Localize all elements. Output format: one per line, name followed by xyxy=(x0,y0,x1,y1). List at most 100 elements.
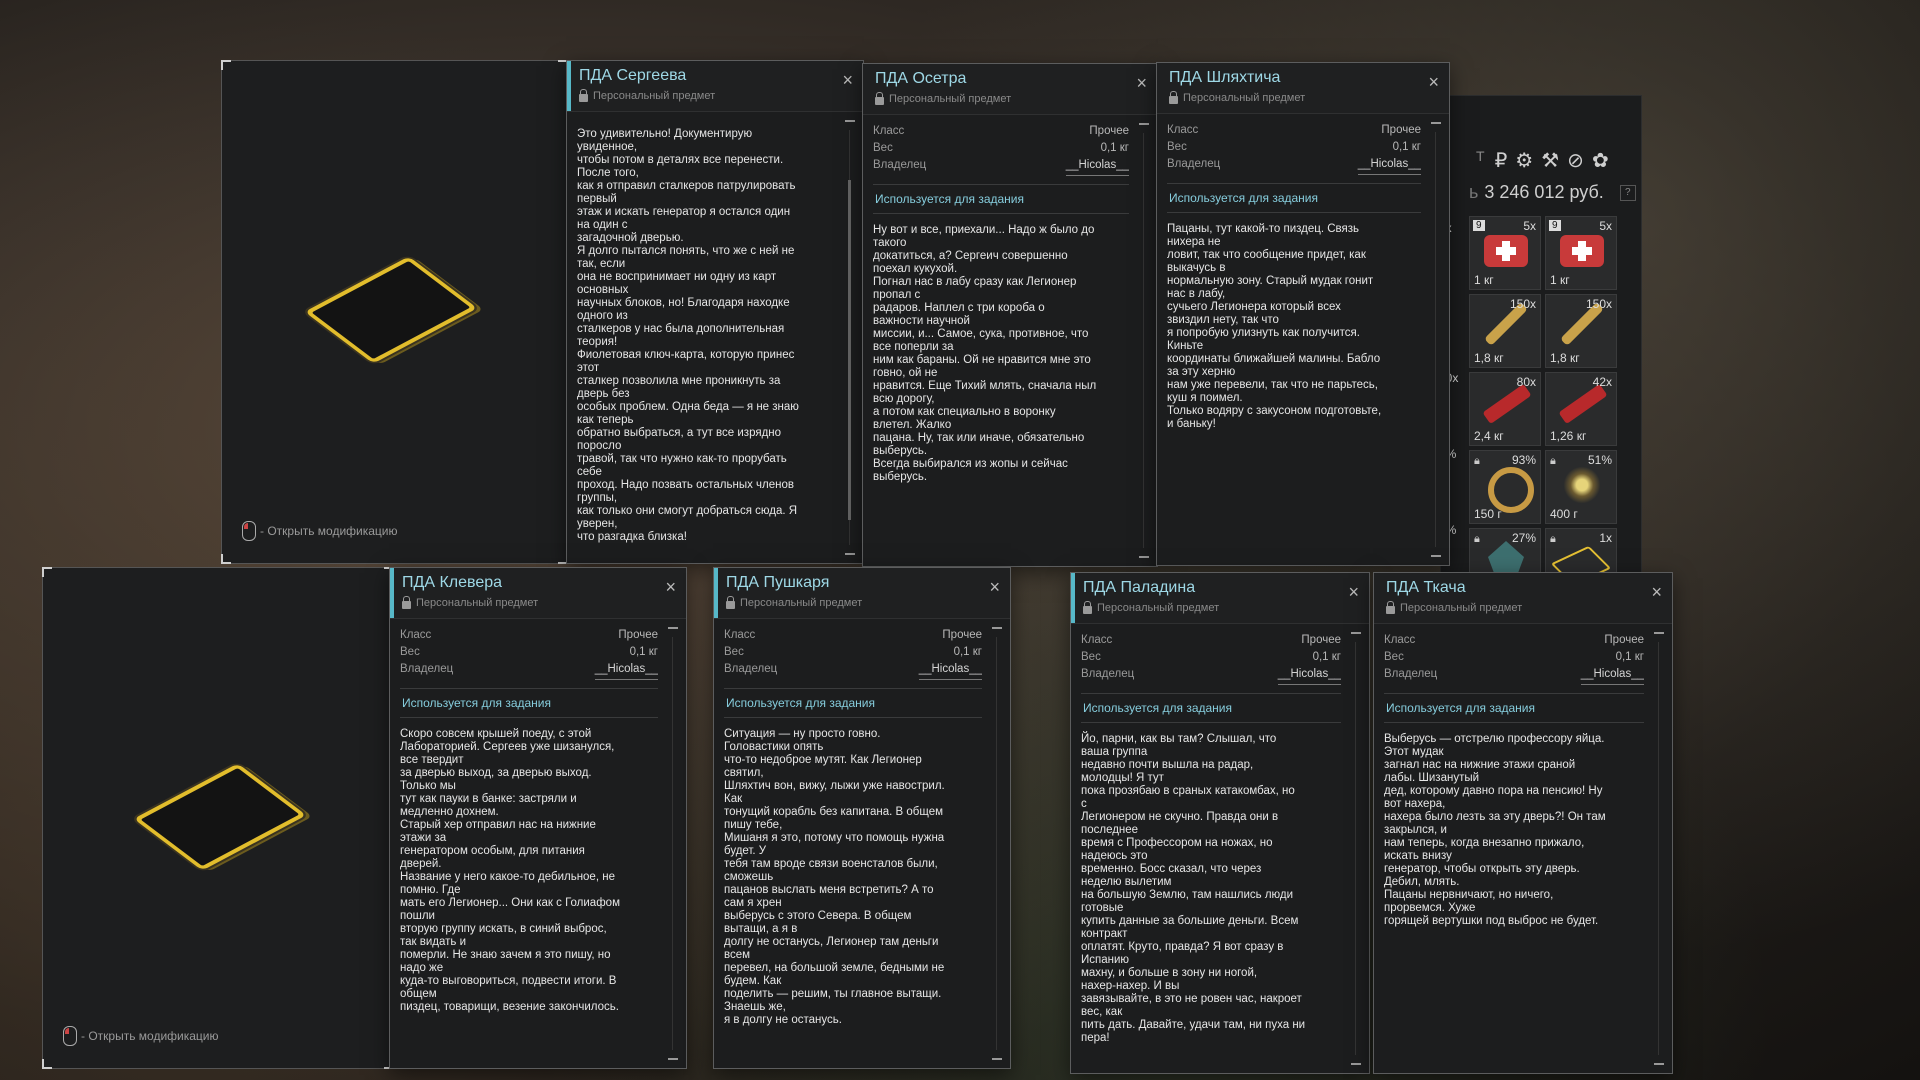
flower-icon[interactable]: ✿ xyxy=(1592,148,1609,173)
gear-icon[interactable]: ⚙ xyxy=(1515,148,1533,173)
medkit-icon xyxy=(1560,235,1604,267)
item-weight: 1,26 кг xyxy=(1550,429,1587,443)
item-count: 51% xyxy=(1587,453,1612,467)
lock-icon: 🔒︎ xyxy=(1474,455,1480,467)
ruble-icon[interactable]: ₽ xyxy=(1495,148,1508,173)
inventory-cell[interactable]: 9 5x 1 кг xyxy=(1545,216,1617,290)
close-button[interactable]: × xyxy=(665,578,676,596)
stat-owner: Владелец __Hicolas__ xyxy=(1081,668,1341,685)
inventory-cell[interactable]: 150x 1,8 кг xyxy=(1545,294,1617,368)
pda-model-icon[interactable] xyxy=(304,256,478,364)
open-modification-label: - Открыть модификацию xyxy=(81,1029,219,1043)
stat-label: Класс xyxy=(400,629,432,641)
pda-model-icon[interactable] xyxy=(133,763,307,871)
stat-owner: Владелец __Hicolas__ xyxy=(724,663,982,680)
lock-icon: 🔒︎ xyxy=(1550,533,1556,545)
item-stats: Класс Прочее Вес 0,1 кг Владелец __Hicolas_… xyxy=(873,115,1129,176)
stat-value: Прочее xyxy=(1381,124,1421,136)
quest-usage-label: Используется для задания xyxy=(400,688,658,718)
inventory-cell[interactable]: 9 5x 1 кг xyxy=(1469,216,1541,290)
scrollbar[interactable] xyxy=(1431,122,1441,557)
stat-owner: Владелец __Hicolas__ xyxy=(1167,158,1421,175)
pda-text: Ну вот и все, приехали... Надо ж было до… xyxy=(873,224,1097,483)
close-button[interactable]: × xyxy=(989,578,1000,596)
stat-value: Прочее xyxy=(1301,634,1341,646)
stat-label: Вес xyxy=(724,646,744,658)
stat-owner: Владелец __Hicolas__ xyxy=(400,663,658,680)
artifact-spike-icon xyxy=(1562,465,1602,505)
dialog-title: ПДА Пушкаря xyxy=(726,574,830,591)
scrollbar[interactable] xyxy=(1351,632,1361,1065)
stat-value: Прочее xyxy=(1089,125,1129,137)
item-stats: Класс Прочее Вес 0,1 кг Владелец __Hicolas_… xyxy=(724,619,982,680)
dialog-title: ПДА Сергеева xyxy=(579,67,687,84)
open-modification-hint[interactable]: - Открыть модификацию xyxy=(63,1026,219,1046)
scrollbar[interactable] xyxy=(845,120,855,555)
dialog-body: Класс Прочее Вес 0,1 кг Владелец __Hicolas_… xyxy=(390,619,686,1068)
owner-value: __Hicolas__ xyxy=(1277,668,1341,685)
inventory-cell[interactable]: 150x 1,8 кг xyxy=(1469,294,1541,368)
money-display: ь3 246 012 руб.? xyxy=(1469,182,1636,203)
inventory-cell[interactable]: 🔒︎ 93% 150 г xyxy=(1469,450,1541,524)
scrollbar[interactable] xyxy=(668,627,678,1060)
item-count: 5x xyxy=(1599,219,1612,233)
inventory-panel: Т ₽ ⚙ ⚒ ⊘ ✿ ь3 246 012 руб.? 3x 30x 3% 5… xyxy=(1439,95,1642,602)
shell-icon xyxy=(1482,383,1532,425)
lock-icon xyxy=(726,595,735,609)
subtitle-text: Персональный предмет xyxy=(416,597,539,609)
dialog-header: ПДА Пушкаря Персональный предмет × xyxy=(714,568,1010,619)
dialog-pda-sergeev: ПДА Сергеева Персональный предмет × Это … xyxy=(566,60,864,564)
open-modification-label: - Открыть модификацию xyxy=(260,524,398,538)
personal-item-label: Персональный предмет xyxy=(726,595,862,609)
medkit-icon xyxy=(1484,235,1528,267)
money-value: 3 246 012 руб. xyxy=(1484,182,1604,202)
stat-value: 0,1 кг xyxy=(1312,651,1341,663)
item-weight: 1 кг xyxy=(1550,273,1570,287)
quest-usage-label: Используется для задания xyxy=(1384,693,1644,723)
stat-value: 0,1 кг xyxy=(1100,142,1129,154)
personal-item-label: Персональный предмет xyxy=(1386,600,1522,614)
scrollbar[interactable] xyxy=(1654,632,1664,1065)
scrollbar[interactable] xyxy=(1139,123,1149,558)
stat-owner: Владелец __Hicolas__ xyxy=(873,159,1129,176)
close-button[interactable]: × xyxy=(1136,74,1147,92)
stat-value: 0,1 кг xyxy=(1615,651,1644,663)
dialog-pda-shlyakhtich: ПДА Шляхтича Персональный предмет × Клас… xyxy=(1156,62,1450,566)
open-modification-hint[interactable]: - Открыть модификацию xyxy=(242,521,398,541)
lock-icon xyxy=(875,91,884,105)
accent-bar xyxy=(390,568,394,618)
close-button[interactable]: × xyxy=(1348,583,1359,601)
stat-owner: Владелец __Hicolas__ xyxy=(1384,668,1644,685)
dialog-title: ПДА Паладина xyxy=(1083,579,1196,596)
stat-weight: Вес 0,1 кг xyxy=(1081,651,1341,668)
stat-class: Класс Прочее xyxy=(1167,124,1421,141)
inventory-cell[interactable]: 80x 2,4 кг xyxy=(1469,372,1541,446)
dialog-body: Класс Прочее Вес 0,1 кг Владелец __Hicolas_… xyxy=(1071,624,1369,1073)
close-button[interactable]: × xyxy=(1428,73,1439,91)
dialog-content: Класс Прочее Вес 0,1 кг Владелец __Hicolas_… xyxy=(1167,114,1421,565)
owner-value: __Hicolas__ xyxy=(594,663,658,680)
dialog-pda-klever: ПДА Клевера Персональный предмет × Класс… xyxy=(389,567,687,1069)
inventory-filter-icons: Т ₽ ⚙ ⚒ ⊘ ✿ xyxy=(1476,148,1609,173)
item-count: 80x xyxy=(1516,375,1536,389)
mouse-icon xyxy=(242,521,256,541)
stat-label: Вес xyxy=(1384,651,1404,663)
close-button[interactable]: × xyxy=(842,71,853,89)
pda-text: Скоро совсем крышей поеду, с этой Лабора… xyxy=(400,728,620,1013)
slash-icon[interactable]: ⊘ xyxy=(1567,148,1584,173)
inventory-cell[interactable]: 42x 1,26 кг xyxy=(1545,372,1617,446)
stat-label: Владелец xyxy=(1167,158,1221,170)
scrollbar[interactable] xyxy=(992,627,1002,1060)
dialog-content: Это удивительно! Документирую увиденное,… xyxy=(577,112,835,563)
item-stats: Класс Прочее Вес 0,1 кг Владелец __Hicolas_… xyxy=(1081,624,1341,685)
stat-class: Класс Прочее xyxy=(400,629,658,646)
stat-label: Класс xyxy=(1167,124,1199,136)
stat-value: 0,1 кг xyxy=(953,646,982,658)
help-icon[interactable]: ? xyxy=(1619,185,1636,202)
owner-value: __Hicolas__ xyxy=(918,663,982,680)
close-button[interactable]: × xyxy=(1651,583,1662,601)
dialog-title: ПДА Шляхтича xyxy=(1169,69,1281,86)
item-count: 1x xyxy=(1599,531,1612,545)
wrench-icon[interactable]: ⚒ xyxy=(1541,148,1559,173)
inventory-cell[interactable]: 🔒︎ 51% 400 г xyxy=(1545,450,1617,524)
